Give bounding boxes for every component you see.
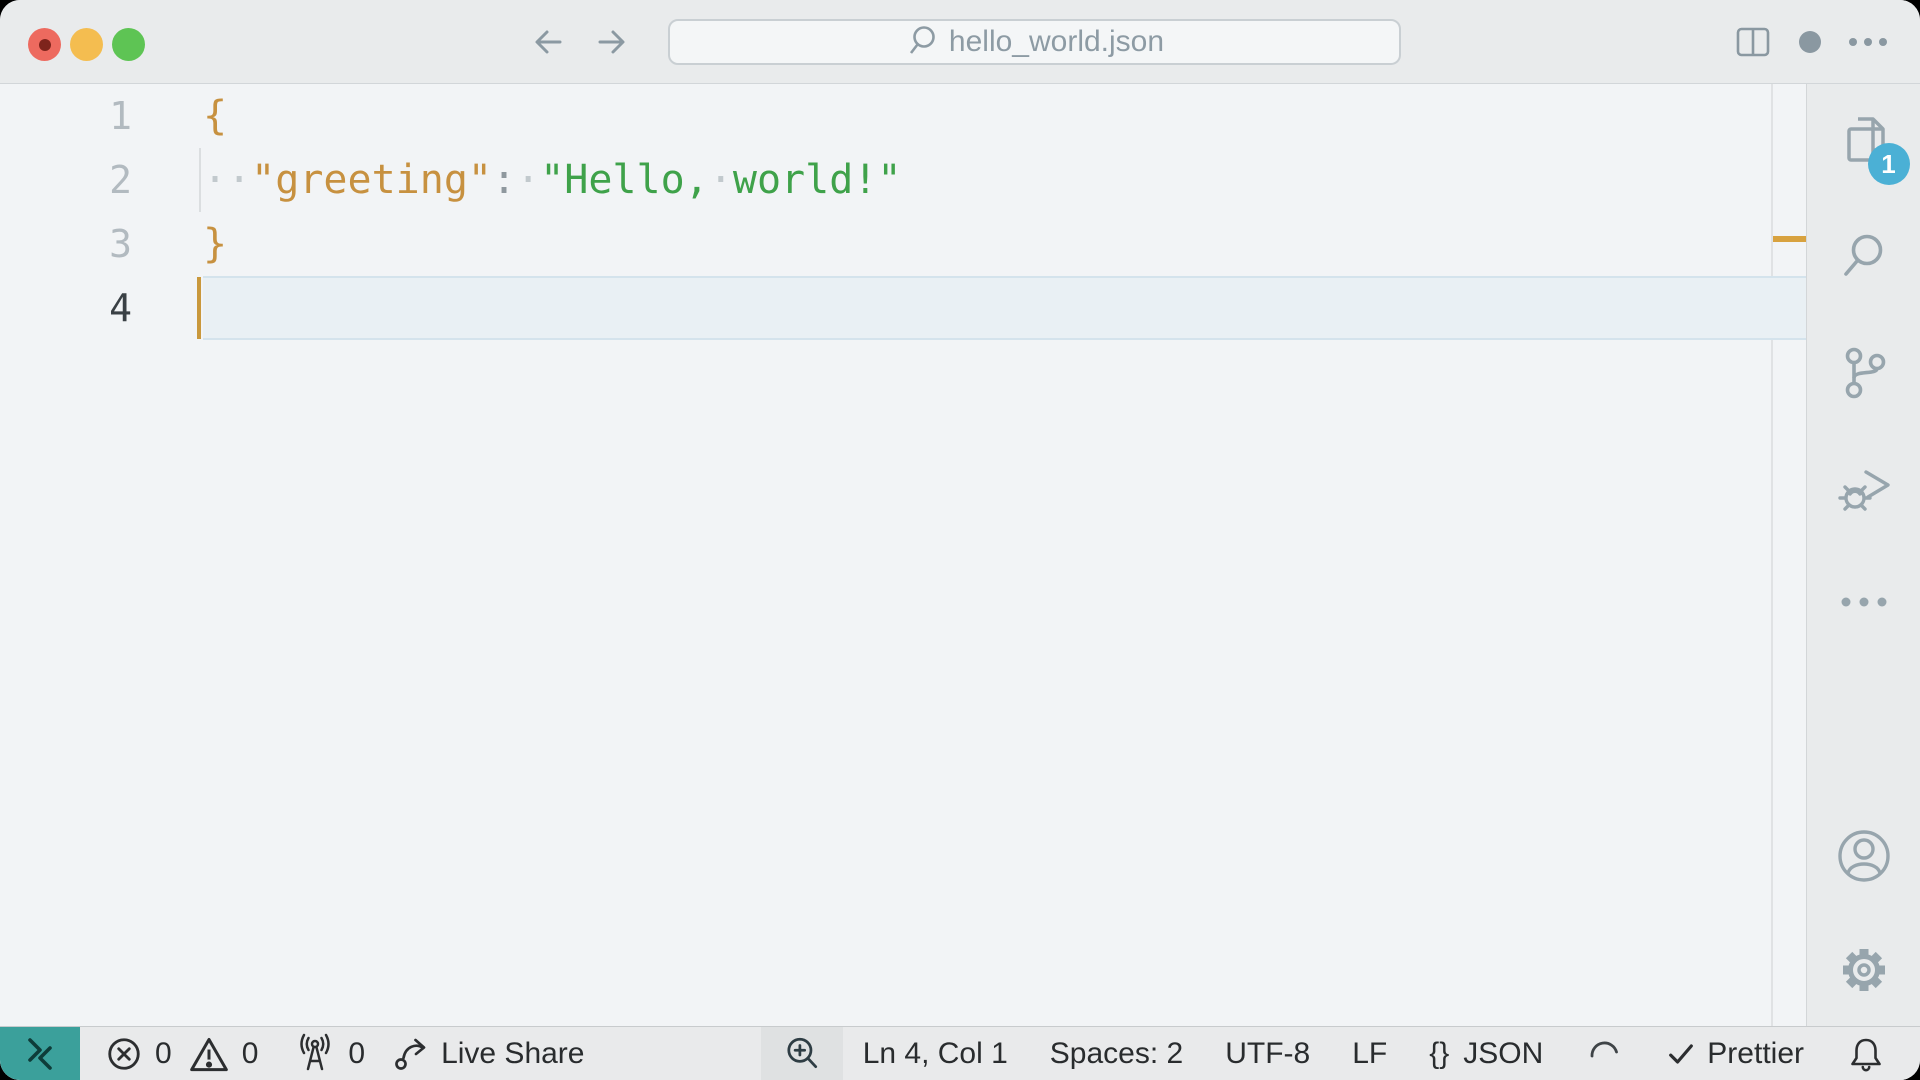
braces-icon: {} xyxy=(1429,1036,1450,1070)
close-button[interactable] xyxy=(28,28,61,61)
formatter-label: Prettier xyxy=(1707,1036,1804,1070)
cursor-position[interactable]: Ln 4, Col 1 xyxy=(863,1037,1008,1071)
code-token: } xyxy=(203,221,228,267)
warning-icon xyxy=(189,1037,228,1071)
modified-line-marker xyxy=(1773,236,1806,242)
run-debug-icon xyxy=(1837,470,1890,511)
code-text: } xyxy=(203,212,227,276)
problems-errors[interactable]: 0 xyxy=(105,1035,172,1073)
search-button[interactable] xyxy=(1836,229,1892,285)
error-count: 0 xyxy=(155,1036,172,1070)
code-line[interactable]: 4 xyxy=(0,276,1806,340)
eol-setting[interactable]: LF xyxy=(1352,1037,1387,1071)
status-bar: 0 0 0 Live Share Ln 4, Col 1 Spaces: 2 U… xyxy=(0,1026,1920,1080)
problems-warnings[interactable]: 0 xyxy=(188,1035,259,1073)
check-icon xyxy=(1669,1043,1694,1064)
zoom-indicator[interactable] xyxy=(760,1027,843,1080)
back-button[interactable] xyxy=(527,20,571,64)
run-debug-button[interactable] xyxy=(1835,460,1893,518)
remote-indicator[interactable] xyxy=(0,1027,80,1080)
forward-button[interactable] xyxy=(589,20,633,64)
notifications-bell-icon[interactable] xyxy=(1846,1033,1886,1075)
warning-count: 0 xyxy=(241,1036,259,1070)
unsaved-dot-icon xyxy=(38,38,51,51)
title-search-field[interactable]: hello_world.json xyxy=(668,19,1401,65)
more-views-button[interactable] xyxy=(1836,593,1892,611)
ports-count: 0 xyxy=(348,1036,366,1070)
account-button[interactable] xyxy=(1836,828,1892,884)
remote-icon xyxy=(28,1037,52,1070)
source-control-branch-icon xyxy=(1845,347,1885,399)
window-controls xyxy=(28,28,145,61)
explorer-button[interactable]: 1 xyxy=(1836,113,1910,185)
code-token: { xyxy=(203,93,228,139)
split-editor-icon xyxy=(1736,27,1770,56)
more-actions-button[interactable] xyxy=(1849,37,1887,46)
code-token: · xyxy=(516,157,541,203)
code-line[interactable]: 2 ··"greeting":·"Hello,·world!" xyxy=(0,148,1806,212)
language-mode[interactable]: {} JSON xyxy=(1429,1037,1543,1071)
line-number: 4 xyxy=(109,286,132,330)
window-title: hello_world.json xyxy=(948,25,1165,58)
error-icon xyxy=(108,1037,140,1070)
zoom-in-icon xyxy=(787,1037,817,1068)
source-control-button[interactable] xyxy=(1836,345,1892,401)
formatter-status[interactable]: Prettier xyxy=(1665,1037,1804,1071)
back-arrow-icon xyxy=(535,30,562,54)
editor[interactable]: 1{2 ··"greeting":·"Hello,·world!" 3} 4 xyxy=(0,84,1806,1026)
maximize-button[interactable] xyxy=(112,28,145,61)
code-text: ··"greeting":·"Hello,·world!" xyxy=(203,148,901,212)
ellipsis-icon xyxy=(1841,597,1886,607)
indentation-setting[interactable]: Spaces: 2 xyxy=(1050,1037,1183,1071)
search-icon xyxy=(1843,234,1882,276)
live-share-icon xyxy=(395,1038,426,1070)
encoding-setting[interactable]: UTF-8 xyxy=(1225,1037,1310,1071)
settings-gear-icon xyxy=(1842,949,1885,991)
live-share-button[interactable]: Live Share xyxy=(391,1034,585,1074)
line-number: 3 xyxy=(109,222,132,266)
search-icon xyxy=(909,26,935,54)
code-text: { xyxy=(203,84,227,148)
code-token: ·· xyxy=(203,157,252,203)
line-number: 2 xyxy=(109,158,132,202)
forward-arrow-icon xyxy=(598,30,625,54)
account-icon xyxy=(1837,830,1890,882)
code-token: · xyxy=(708,157,733,203)
code-token: world!" xyxy=(732,157,902,203)
live-share-label: Live Share xyxy=(441,1036,585,1070)
text-cursor xyxy=(197,277,201,339)
vscode-window: hello_world.json 1{2 ··"greeting":·"Hello… xyxy=(0,0,1920,1080)
titlebar: hello_world.json xyxy=(0,0,1920,84)
ports-indicator[interactable]: 0 xyxy=(294,1032,365,1076)
code-token: "Hello, xyxy=(540,157,709,203)
broadcast-tower-icon xyxy=(300,1033,331,1070)
modified-indicator-icon xyxy=(1799,30,1821,53)
minimize-button[interactable] xyxy=(70,28,103,61)
activity-bar: 1 xyxy=(1806,84,1920,1026)
split-editor-button[interactable] xyxy=(1735,24,1771,60)
code-token: "greeting" xyxy=(251,157,492,203)
code-line[interactable]: 1{ xyxy=(0,84,1806,148)
language-label: JSON xyxy=(1463,1036,1544,1070)
code-line[interactable]: 3} xyxy=(0,212,1806,276)
line-number: 1 xyxy=(109,94,132,138)
code-token: : xyxy=(492,157,517,203)
spinner-icon xyxy=(1590,1041,1619,1057)
code-lines: 1{2 ··"greeting":·"Hello,·world!" 3} 4 xyxy=(0,84,1806,340)
explorer-badge: 1 xyxy=(1867,143,1910,185)
settings-button[interactable] xyxy=(1836,942,1892,998)
